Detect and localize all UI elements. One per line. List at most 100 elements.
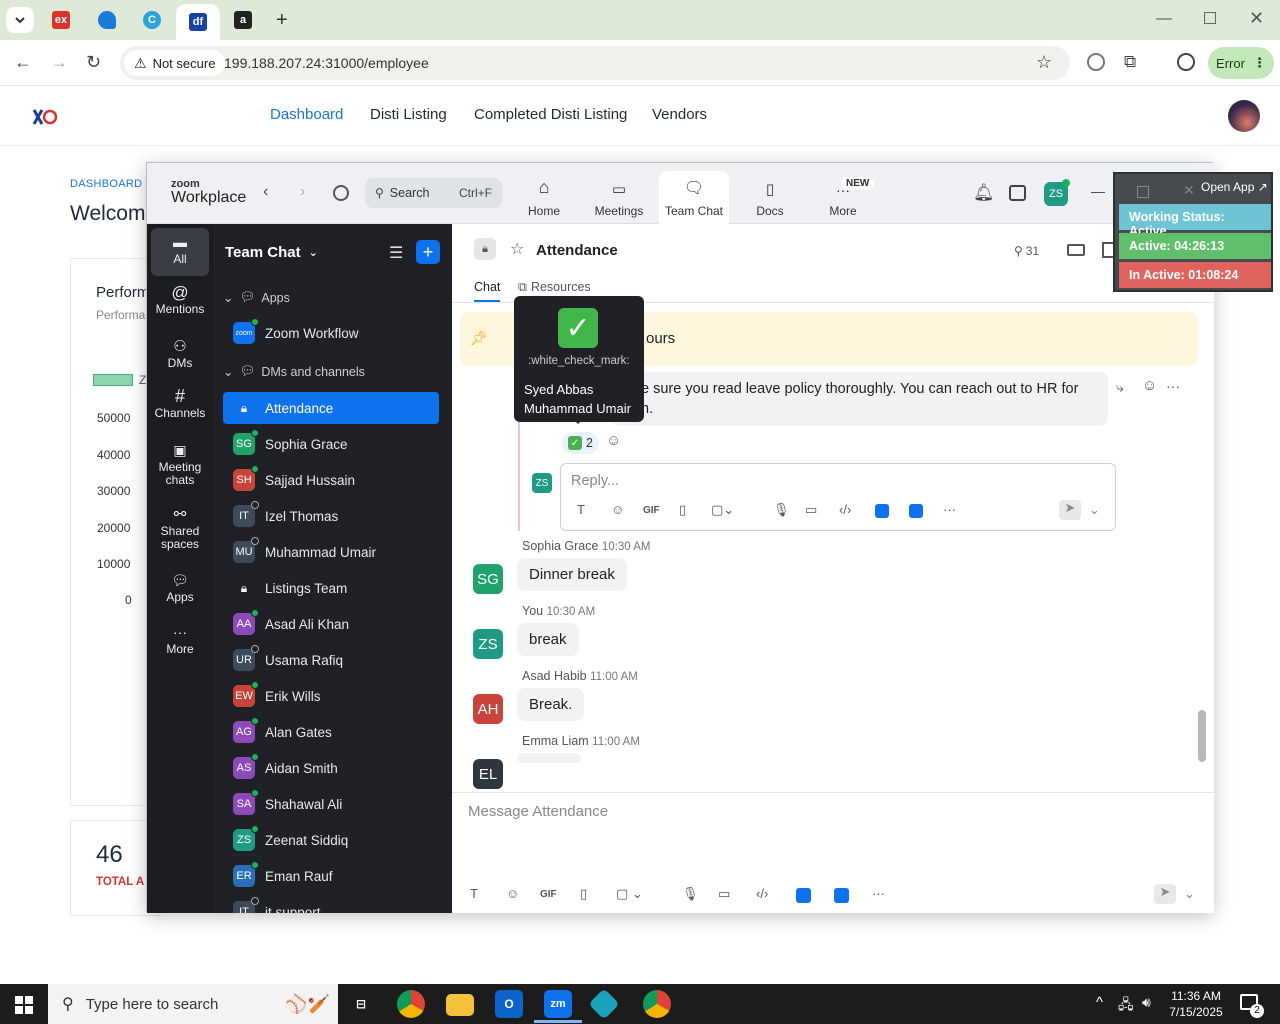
microphone-icon[interactable]: 🎙︎ <box>682 886 699 902</box>
list-item-usama-rafiq[interactable]: UR Usama Rafiq <box>223 644 439 676</box>
nav-completed-disti-listing[interactable]: Completed Disti Listing <box>474 106 627 123</box>
list-item-alan-gates[interactable]: AG Alan Gates <box>223 716 439 748</box>
list-item-erik-wills[interactable]: EW Erik Wills <box>223 680 439 712</box>
more-dots-icon[interactable]: ··· <box>943 502 956 517</box>
zoom-taskbar-icon[interactable]: zm <box>544 990 572 1018</box>
clock[interactable]: 11:36 AM 7/15/2025 <box>1166 988 1226 1020</box>
rail-shared-spaces[interactable]: ⚯ Shared spaces <box>151 507 209 551</box>
video-icon[interactable] <box>1067 244 1085 256</box>
network-icon[interactable]: 🖧 <box>1118 994 1134 1018</box>
gif-icon[interactable]: GIF <box>540 889 557 900</box>
emoji-icon[interactable]: ☺ <box>611 502 624 517</box>
back-arrow-icon[interactable]: ‹ <box>263 183 268 201</box>
code-icon[interactable]: ‹/› <box>839 502 851 517</box>
list-item-izel-thomas[interactable]: IT Izel Thomas <box>223 500 439 532</box>
app-blue-icon-1[interactable] <box>796 888 811 903</box>
format-text-icon[interactable]: T <box>577 502 585 517</box>
message-avatar[interactable]: ZS <box>473 629 503 659</box>
site-logo-icon[interactable] <box>32 106 58 128</box>
compose-input[interactable]: Message Attendance <box>468 803 608 820</box>
list-item-it-support[interactable]: IT it support <box>223 896 439 913</box>
screenshot-icon[interactable]: ▢⌄ <box>711 502 734 518</box>
zoom-minimize-button[interactable]: — <box>1091 183 1105 199</box>
code-icon[interactable]: ‹/› <box>756 886 768 901</box>
browser-tab-3[interactable]: C <box>135 6 169 34</box>
rail-all[interactable]: ▬ All <box>151 228 209 276</box>
add-reaction-icon[interactable]: ☺ <box>1142 377 1157 394</box>
screenshot-icon[interactable]: ▢ ⌄ <box>616 886 643 902</box>
browser-tab-1[interactable]: ex <box>44 6 78 34</box>
open-app-button[interactable]: Open App ↗ <box>1201 180 1268 194</box>
section-dms[interactable]: ⌄ 💬︎ DMs and channels <box>223 364 365 379</box>
close-window-button[interactable]: ✕ <box>1249 8 1264 29</box>
list-item-sophia-grace[interactable]: SG Sophia Grace <box>223 428 439 460</box>
rail-more[interactable]: ··· More <box>151 625 209 656</box>
message-avatar[interactable]: SG <box>473 564 503 594</box>
section-apps[interactable]: ⌄ 💬︎ Apps <box>223 290 290 305</box>
extensions-icon[interactable]: ⧉ <box>1124 52 1136 72</box>
panel-close-icon[interactable]: ✕ <box>1183 182 1195 199</box>
chevron-down-icon[interactable]: ⌄ <box>1089 502 1100 518</box>
outlook-icon[interactable]: O <box>495 990 523 1018</box>
windows-start-icon[interactable] <box>15 996 33 1014</box>
reply-thread-icon[interactable]: ⤷ <box>1116 379 1124 396</box>
video-clip-icon[interactable]: ▭ <box>718 886 730 902</box>
list-item-asad-ali-khan[interactable]: AA Asad Ali Khan <box>223 608 439 640</box>
new-tab-button[interactable]: + <box>276 9 288 32</box>
list-item-attendance[interactable]: 🔒︎ Attendance <box>223 392 439 424</box>
chrome-profile-icon[interactable] <box>643 990 671 1018</box>
list-item-aidan-smith[interactable]: AS Aidan Smith <box>223 752 439 784</box>
add-reaction-icon[interactable]: ☺ <box>606 432 621 449</box>
app-diamond-icon[interactable] <box>588 988 620 1020</box>
browser-tab-4[interactable]: df <box>176 4 220 40</box>
file-icon[interactable]: ▯ <box>679 502 686 518</box>
back-button[interactable]: ← <box>14 52 32 73</box>
list-item-sajjad-hussain[interactable]: SH Sajjad Hussain <box>223 464 439 496</box>
nav-dashboard[interactable]: Dashboard <box>270 106 343 123</box>
rail-meeting-chats[interactable]: ▣ Meeting chats <box>151 443 209 487</box>
star-icon[interactable]: ☆ <box>510 239 524 259</box>
file-icon[interactable]: ▯ <box>580 886 587 902</box>
send-icon[interactable]: ➤ <box>1154 884 1176 904</box>
file-explorer-icon[interactable] <box>446 994 474 1016</box>
system-tray-chevron-icon[interactable]: ^ <box>1096 994 1103 1011</box>
member-count[interactable]: ⚲ 31 <box>1014 244 1039 258</box>
translate-icon[interactable] <box>1087 53 1105 71</box>
task-view-icon[interactable]: ⊟ <box>347 990 375 1018</box>
format-text-icon[interactable]: T <box>470 886 478 901</box>
profile-icon[interactable] <box>1177 53 1195 71</box>
list-item-listings-team[interactable]: 🔒︎ Listings Team <box>223 572 439 604</box>
message-avatar[interactable]: AH <box>473 694 503 724</box>
tab-meetings[interactable]: ▭ Meetings <box>584 171 654 224</box>
list-item-eman-rauf[interactable]: ER Eman Rauf <box>223 860 439 892</box>
minimize-window-button[interactable]: — <box>1156 10 1172 28</box>
list-item-zoom-workflow[interactable]: zoom Zoom Workflow <box>223 317 439 349</box>
tab-chat[interactable]: Chat <box>474 280 501 302</box>
more-dots-icon[interactable]: ··· <box>872 886 885 901</box>
list-item-muhammad-umair[interactable]: MU Muhammad Umair <box>223 536 439 568</box>
emoji-icon[interactable]: ☺ <box>506 886 519 901</box>
rail-apps[interactable]: 💬︎ Apps <box>151 573 209 604</box>
app-blue-icon-1[interactable] <box>875 504 889 518</box>
bookmark-star-icon[interactable]: ☆ <box>1036 52 1052 73</box>
history-icon[interactable] <box>333 185 349 201</box>
rail-channels[interactable]: # Channels <box>151 387 209 420</box>
bell-icon[interactable]: 🔔︎ <box>973 183 995 203</box>
microphone-icon[interactable]: 🎙︎ <box>773 502 790 518</box>
nav-disti-listing[interactable]: Disti Listing <box>370 106 447 123</box>
browser-tab-5[interactable]: a <box>226 6 260 34</box>
team-chat-header[interactable]: Team Chat ⌄ <box>225 244 318 261</box>
scrollbar-thumb[interactable] <box>1198 710 1206 762</box>
tab-home[interactable]: ⌂ Home <box>509 171 579 224</box>
more-options-icon[interactable]: ··· <box>1166 378 1180 394</box>
tab-resources[interactable]: ⧉ Resources <box>518 280 591 295</box>
send-icon[interactable]: ➤ <box>1059 500 1081 520</box>
reaction-check[interactable]: ✓ 2 <box>562 432 599 454</box>
list-item-zeenat-siddiq[interactable]: ZS Zeenat Siddiq <box>223 824 439 856</box>
chevron-down-icon[interactable]: ⌄ <box>1184 886 1195 902</box>
chrome-icon[interactable] <box>397 990 425 1018</box>
reload-button[interactable]: ↻ <box>86 52 101 73</box>
rail-dms[interactable]: ⚇ DMs <box>151 339 209 370</box>
nav-vendors[interactable]: Vendors <box>652 106 707 123</box>
address-bar[interactable]: ⚠ Not secure 199.188.207.24:31000/employ… <box>120 46 1070 80</box>
